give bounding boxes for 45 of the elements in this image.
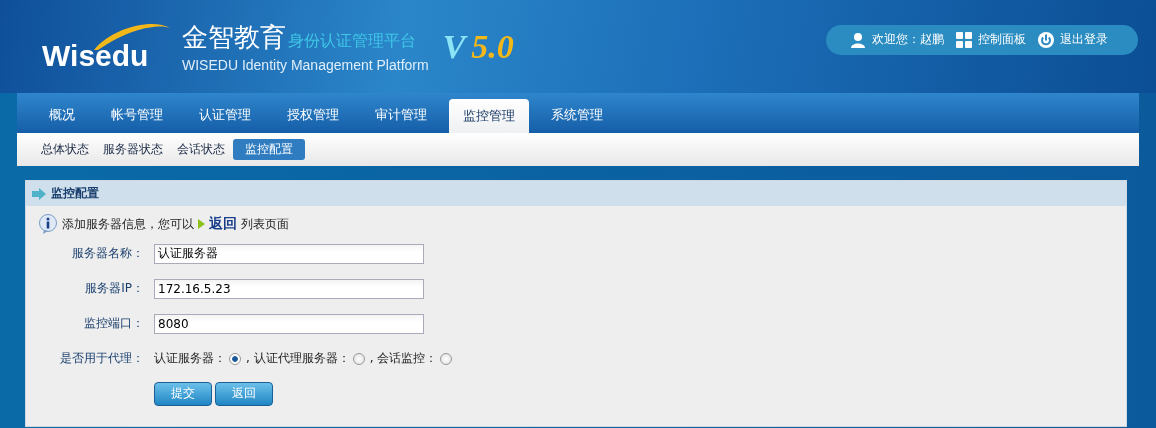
power-icon[interactable] bbox=[1038, 31, 1054, 48]
field-label: 监控端口： bbox=[83, 315, 144, 332]
info-icon bbox=[38, 214, 58, 234]
arrow-icon bbox=[32, 187, 46, 200]
field-label: 是否用于代理： bbox=[59, 350, 144, 367]
input-field[interactable]: 172.16.5.23 bbox=[154, 278, 424, 299]
nav-tab[interactable]: 概况 bbox=[35, 99, 89, 131]
sub-tab[interactable]: 服务器状态 bbox=[97, 139, 169, 160]
sub-tab[interactable]: 会话状态 bbox=[171, 139, 231, 160]
user-icon bbox=[850, 31, 866, 48]
option-label: , 会话监控： bbox=[369, 350, 438, 367]
back-link[interactable]: 返回 bbox=[209, 215, 237, 233]
field-label: 服务器名称： bbox=[71, 245, 144, 262]
sub-tab[interactable]: 总体状态 bbox=[35, 139, 95, 160]
option-label: , 认证代理服务器： bbox=[246, 350, 350, 367]
nav-tab[interactable]: 授权管理 bbox=[273, 99, 353, 131]
welcome-text: 欢迎您：赵鹏 bbox=[872, 31, 944, 48]
input-field[interactable]: 8080 bbox=[154, 313, 424, 334]
radio-button[interactable] bbox=[352, 352, 365, 365]
radio-button[interactable] bbox=[229, 352, 241, 365]
form-button[interactable]: 返回 bbox=[215, 381, 273, 406]
grid-icon[interactable] bbox=[956, 31, 972, 48]
play-icon bbox=[198, 219, 205, 229]
logout-link[interactable]: 退出登录 bbox=[1060, 31, 1108, 48]
info-text: 添加服务器信息，您可以 bbox=[62, 215, 194, 233]
option-label: 认证服务器： bbox=[154, 350, 226, 367]
nav-tab[interactable]: 认证管理 bbox=[185, 99, 265, 131]
field-label: 服务器IP： bbox=[84, 280, 144, 297]
nav-tab[interactable]: 监控管理 bbox=[449, 99, 529, 133]
form-button[interactable]: 提交 bbox=[154, 381, 212, 406]
subtitle: WISEDU Identity Management Platform bbox=[182, 57, 429, 73]
version-number: 5.0 bbox=[471, 27, 514, 65]
radio-button[interactable] bbox=[440, 352, 453, 365]
nav-tab[interactable]: 帐号管理 bbox=[97, 99, 177, 131]
panel-title: 监控配置 bbox=[51, 185, 99, 202]
info-text: 列表页面 bbox=[241, 215, 289, 233]
nav-tab[interactable]: 审计管理 bbox=[361, 99, 441, 131]
control-panel-link[interactable]: 控制面板 bbox=[978, 31, 1026, 48]
nav-tab[interactable]: 系统管理 bbox=[537, 99, 617, 131]
product-name: 身份认证管理平台 bbox=[288, 31, 416, 52]
sub-tab[interactable]: 监控配置 bbox=[233, 139, 305, 160]
logo-text: Wisedu bbox=[42, 39, 149, 72]
version-letter: V bbox=[442, 27, 466, 65]
brand-name: 金智教育 bbox=[182, 21, 286, 54]
input-field[interactable]: 认证服务器 bbox=[154, 243, 424, 264]
